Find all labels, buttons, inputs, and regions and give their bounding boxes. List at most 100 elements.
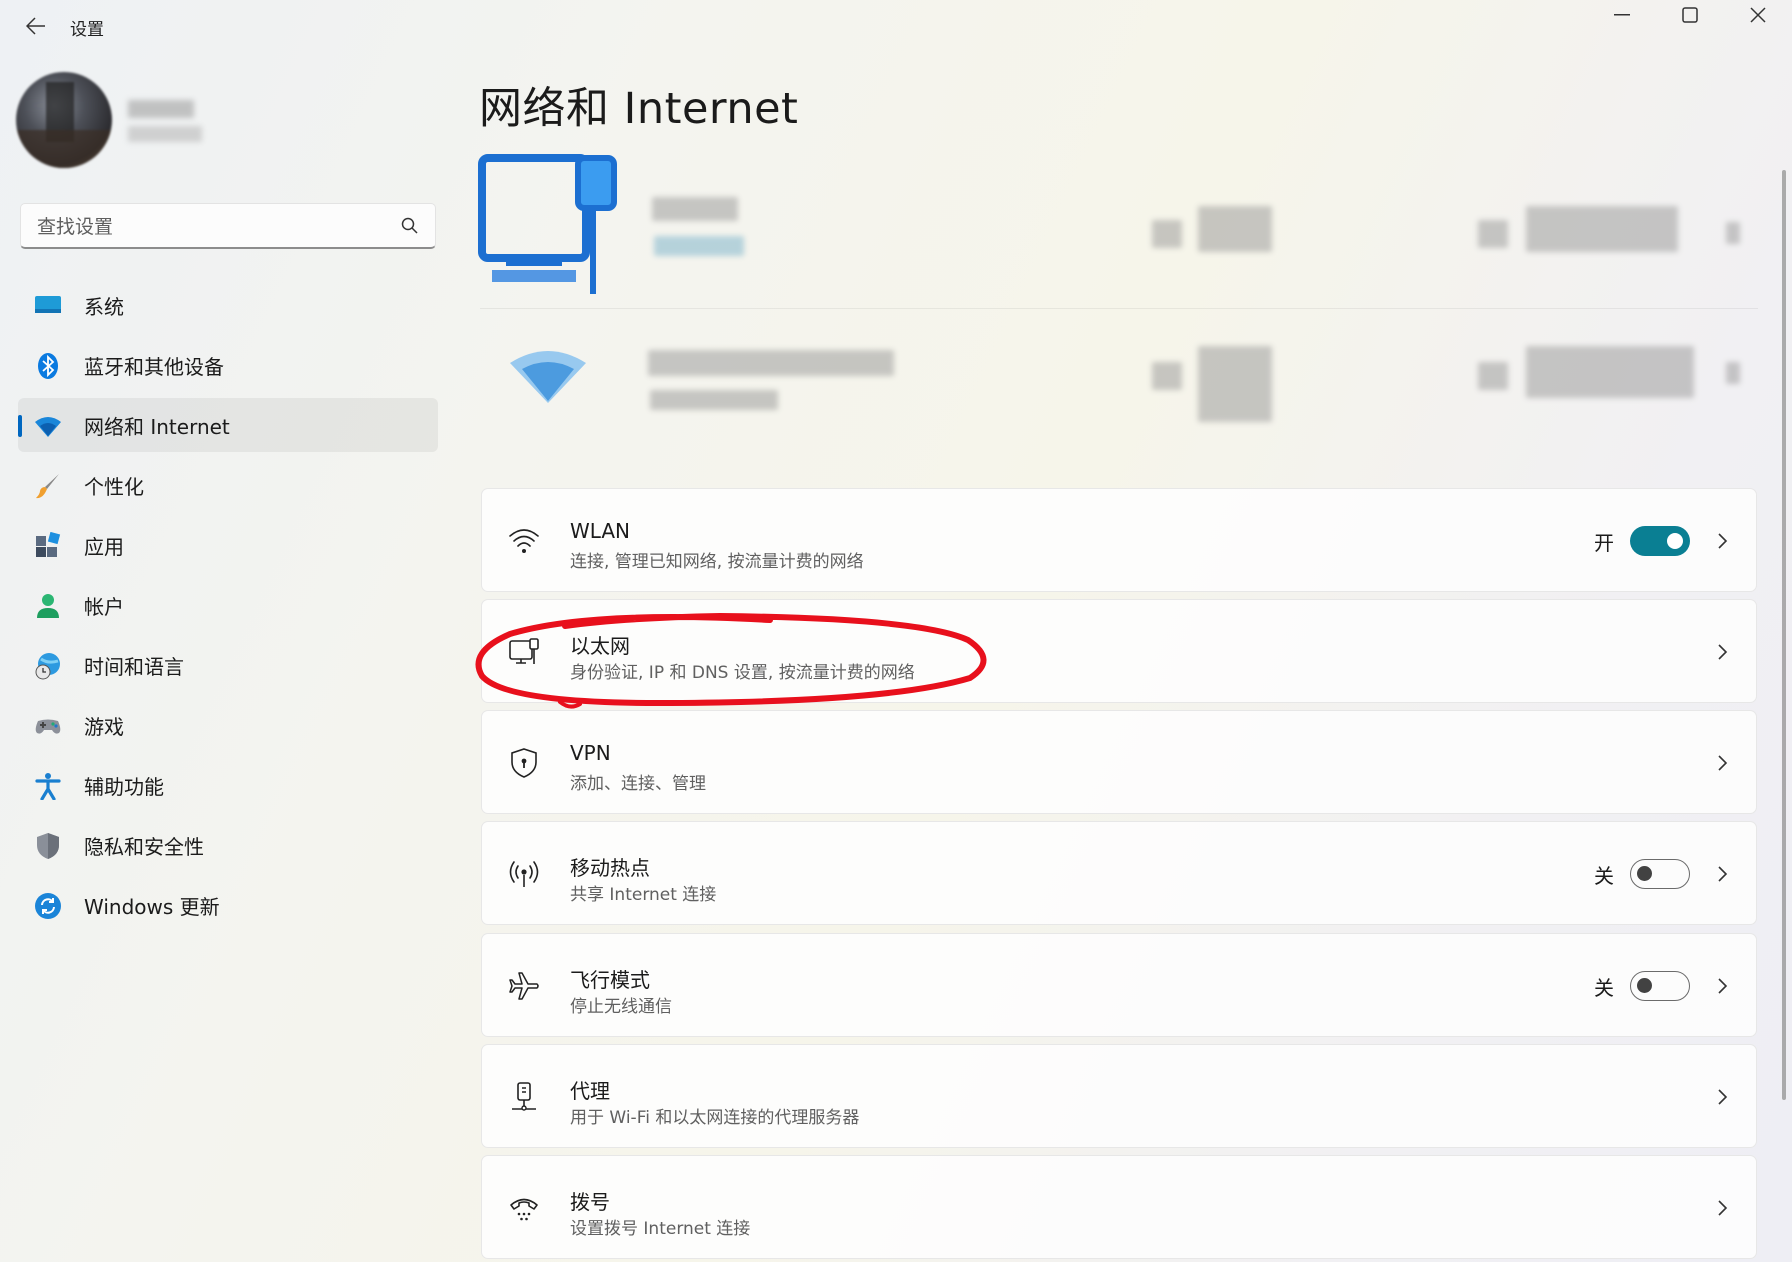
sidebar-item-time-language[interactable]: 时间和语言 [18,638,438,692]
close-icon [1750,7,1766,23]
hotspot-toggle[interactable] [1630,859,1690,889]
sidebar-item-label: 系统 [84,294,124,319]
sidebar-item-bluetooth[interactable]: 蓝牙和其他设备 [18,338,438,392]
sidebar-item-label: 网络和 Internet [84,414,230,439]
minimize-icon [1614,14,1630,16]
wifi-network-name-redacted [648,350,894,376]
sidebar-item-label: 隐私和安全性 [84,834,204,859]
toggle-state-label: 开 [1594,531,1614,555]
scrollbar[interactable] [1782,170,1786,1100]
page-title: 网络和 Internet [479,84,799,134]
maximize-button[interactable] [1656,0,1724,30]
ethernet-status-redacted [654,236,744,256]
wlan-toggle[interactable] [1630,526,1690,556]
update-icon [35,893,61,919]
card-ethernet[interactable]: 以太网 身份验证, IP 和 DNS 设置, 按流量计费的网络 [481,599,1757,703]
sidebar-item-label: Windows 更新 [84,894,220,919]
sidebar-item-gaming[interactable]: 游戏 [18,698,438,752]
window-title: 设置 [70,20,104,40]
card-airplane-mode[interactable]: 飞行模式 停止无线通信 关 [481,933,1757,1037]
card-subtitle: 身份验证, IP 和 DNS 设置, 按流量计费的网络 [570,663,915,683]
sidebar-item-accessibility[interactable]: 辅助功能 [18,758,438,812]
card-subtitle: 共享 Internet 连接 [570,885,717,905]
properties-icon [1478,220,1508,248]
accessibility-icon [35,773,61,800]
proxy-icon [512,1082,536,1111]
data-usage-icon [1152,220,1182,248]
card-mobile-hotspot[interactable]: 移动热点 共享 Internet 连接 关 [481,821,1757,925]
bluetooth-icon [38,353,58,379]
card-dialup[interactable]: 拨号 设置拨号 Internet 连接 [481,1155,1757,1259]
chevron-right-icon [1718,533,1728,549]
search-box[interactable] [20,203,436,250]
wifi-status-redacted [650,390,778,410]
ethernet-status-icon [478,154,617,294]
sidebar-item-label: 帐户 [84,594,124,619]
selection-indicator [18,415,22,437]
properties-icon [1478,362,1508,390]
maximize-icon [1682,7,1698,23]
card-subtitle: 添加、连接、管理 [570,774,706,794]
data-usage-icon [1152,362,1182,390]
search-icon [401,217,418,234]
profile-email-redacted [128,126,202,142]
toggle-state-label: 关 [1594,976,1614,1000]
back-arrow-icon [26,17,45,35]
minimize-button[interactable] [1588,0,1656,30]
card-title: 移动热点 [570,856,650,880]
close-button[interactable] [1724,0,1792,30]
sidebar-item-privacy[interactable]: 隐私和安全性 [18,818,438,872]
brush-icon [36,474,59,499]
ethernet-name-redacted [652,197,738,221]
toggle-state-label: 关 [1594,864,1614,888]
sidebar-item-label: 辅助功能 [84,774,164,799]
airplane-toggle[interactable] [1630,971,1690,1001]
globe-clock-icon [35,653,60,680]
hotspot-icon [509,861,539,887]
chevron-right-icon [1718,755,1728,771]
card-title: 代理 [570,1079,610,1103]
chevron-right-icon[interactable] [1726,362,1740,384]
chevron-right-icon [1718,1200,1728,1216]
wifi-icon [35,417,61,437]
vpn-shield-icon [511,748,537,778]
wifi-icon [509,529,539,553]
sidebar-item-label: 个性化 [84,474,144,499]
avatar[interactable] [16,72,112,168]
monitor-icon [35,296,61,313]
sidebar-item-label: 蓝牙和其他设备 [84,354,224,379]
properties-redacted [1526,346,1694,398]
shield-icon [37,833,59,859]
sidebar-item-accounts[interactable]: 帐户 [18,578,438,632]
sidebar-item-label: 应用 [84,534,124,559]
card-title: VPN [570,741,611,765]
chevron-right-icon [1718,1089,1728,1105]
card-vpn[interactable]: VPN 添加、连接、管理 [481,710,1757,814]
card-subtitle: 连接, 管理已知网络, 按流量计费的网络 [570,552,864,572]
sidebar-nav: 系统 蓝牙和其他设备 网络和 Internet 个性化 应用 帐户 时间和语言 … [18,278,438,938]
sidebar-item-label: 时间和语言 [84,654,184,679]
apps-icon [36,532,61,557]
sidebar-item-windows-update[interactable]: Windows 更新 [18,878,438,932]
chevron-right-icon [1718,866,1728,882]
sidebar-item-personalization[interactable]: 个性化 [18,458,438,512]
properties-redacted [1526,206,1678,252]
person-icon [37,594,59,618]
data-usage-redacted [1198,346,1272,422]
back-button[interactable] [14,8,58,44]
card-title: 拨号 [570,1190,610,1214]
profile-name-redacted [128,100,194,118]
sidebar-item-network[interactable]: 网络和 Internet [18,398,438,452]
search-input[interactable] [35,204,399,250]
card-title: 飞行模式 [570,968,650,992]
ethernet-icon [509,638,539,664]
chevron-right-icon [1718,644,1728,660]
card-title: 以太网 [570,634,630,658]
sidebar-item-system[interactable]: 系统 [18,278,438,332]
sidebar-item-apps[interactable]: 应用 [18,518,438,572]
card-wlan[interactable]: WLAN 连接, 管理已知网络, 按流量计费的网络 开 [481,488,1757,592]
chevron-right-icon[interactable] [1726,222,1740,244]
card-proxy[interactable]: 代理 用于 Wi-Fi 和以太网连接的代理服务器 [481,1044,1757,1148]
card-title: WLAN [570,519,631,543]
wifi-status-icon [510,351,586,403]
